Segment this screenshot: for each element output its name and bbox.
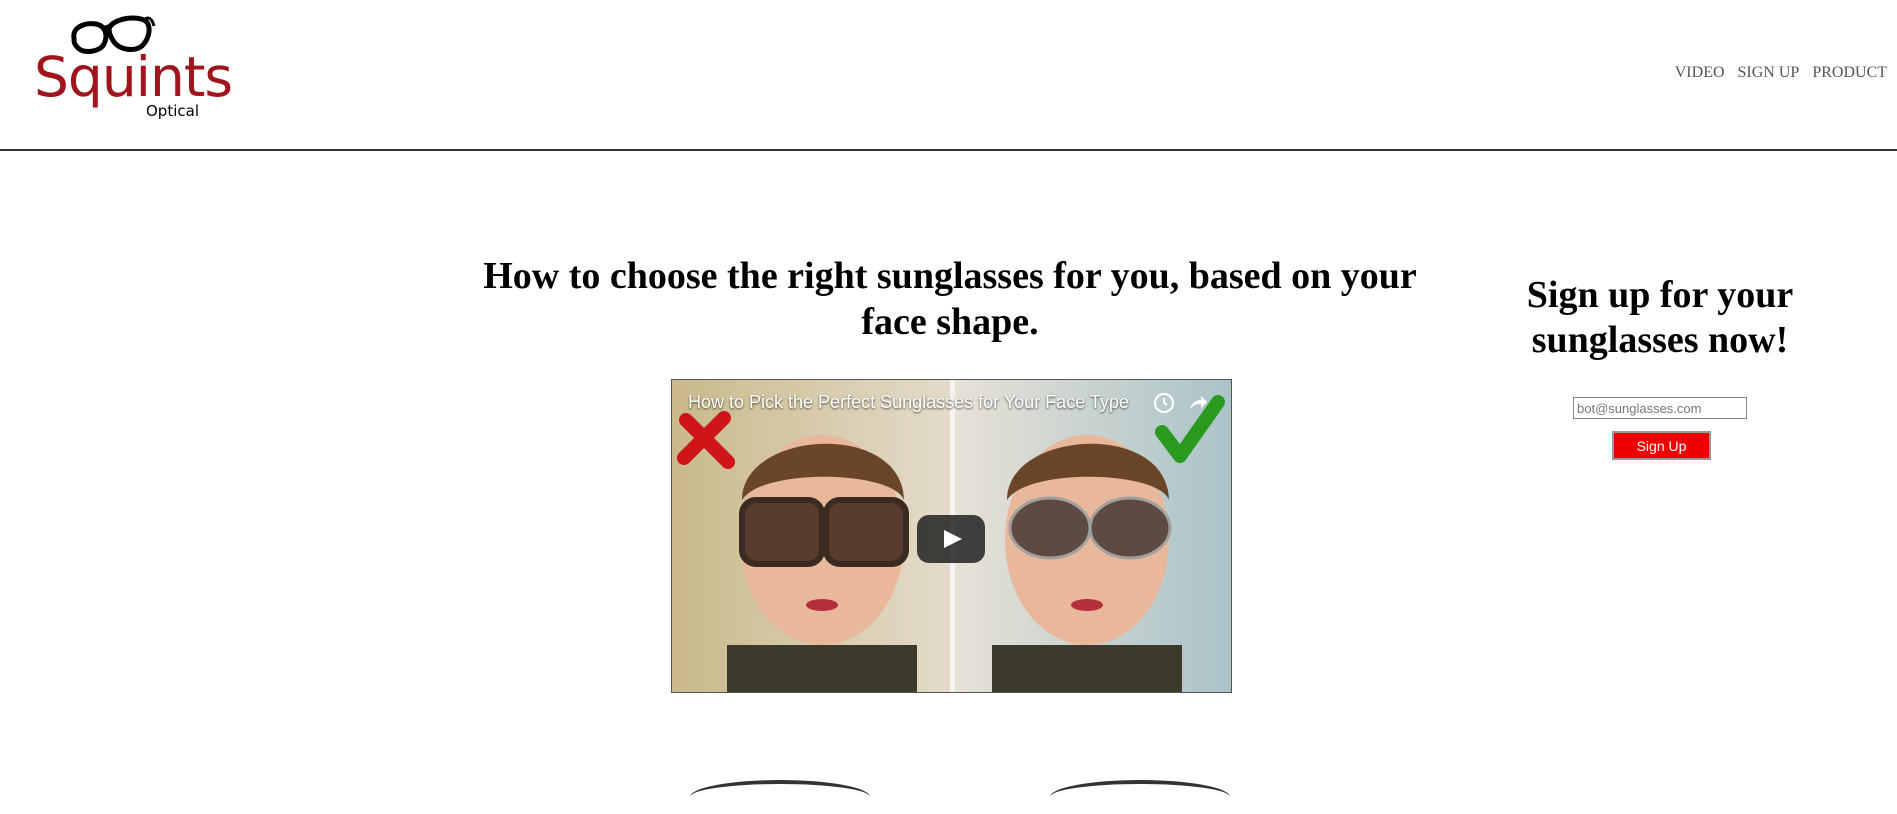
nav-video-link[interactable]: VIDEO [1675, 64, 1725, 82]
sign-up-button[interactable]: Sign Up [1612, 431, 1711, 460]
nav-product-link[interactable]: PRODUCT [1812, 64, 1887, 82]
squints-optical-logo[interactable]: Squints Optical [34, 12, 233, 127]
email-input[interactable] [1573, 397, 1747, 419]
play-icon [944, 530, 962, 548]
decorative-arc [690, 780, 870, 814]
page-title: How to choose the right sunglasses for y… [483, 255, 1417, 343]
main-nav: VIDEO SIGN UP PRODUCT [1675, 64, 1887, 82]
logo-wordmark: Squints [34, 45, 233, 109]
site-header: Squints Optical VIDEO SIGN UP PRODUCT [0, 0, 1897, 151]
signup-heading: Sign up for your sunglasses now! [1526, 274, 1794, 361]
logo-subtitle: Optical [146, 102, 199, 120]
video-title[interactable]: How to Pick the Perfect Sunglasses for Y… [688, 392, 1129, 413]
nav-sign-up-link[interactable]: SIGN UP [1738, 64, 1800, 82]
play-button[interactable] [917, 515, 985, 563]
decorative-arc [1050, 780, 1230, 814]
watch-later-icon[interactable] [1153, 392, 1175, 414]
share-icon[interactable] [1186, 392, 1208, 414]
video-embed[interactable]: How to Pick the Perfect Sunglasses for Y… [671, 379, 1232, 693]
